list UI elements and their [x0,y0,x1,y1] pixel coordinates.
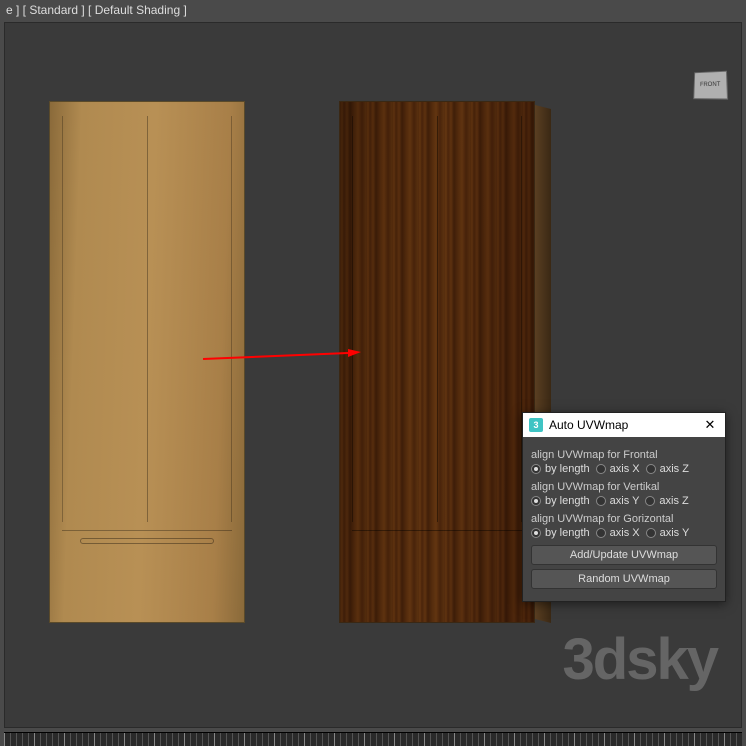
radio-label: axis X [610,527,640,539]
radio-label: by length [545,463,590,475]
radio-frontal-bylength[interactable]: by length [531,463,590,475]
timeline[interactable] [4,732,742,746]
radio-gorizontal-bylength[interactable]: by length [531,527,590,539]
radio-label: axis Z [659,495,688,507]
group-label-gorizontal: align UVWmap for Gorizontal [531,513,717,525]
watermark: 3dsky [563,626,717,693]
group-label-frontal: align UVWmap for Frontal [531,449,717,461]
dialog-title: Auto UVWmap [549,418,701,432]
dialog-titlebar[interactable]: 3 Auto UVWmap ✕ [523,413,725,437]
radio-frontal-axisx[interactable]: axis X [596,463,640,475]
radio-vertikal-axisy[interactable]: axis Y [596,495,640,507]
random-uvwmap-button[interactable]: Random UVWmap [531,569,717,589]
auto-uvwmap-dialog: 3 Auto UVWmap ✕ align UVWmap for Frontal… [522,412,726,602]
radio-frontal-axisz[interactable]: axis Z [646,463,689,475]
radio-label: axis Y [610,495,640,507]
radio-gorizontal-axisx[interactable]: axis X [596,527,640,539]
radio-label: axis X [610,463,640,475]
radio-label: axis Z [660,463,689,475]
radio-vertikal-axisz[interactable]: axis Z [645,495,688,507]
model-textured[interactable] [339,101,535,623]
radio-vertikal-bylength[interactable]: by length [531,495,590,507]
viewcube[interactable]: FRONT [693,71,728,100]
arrow-annotation [203,357,353,359]
add-update-uvwmap-button[interactable]: Add/Update UVWmap [531,545,717,565]
radio-gorizontal-axisy[interactable]: axis Y [646,527,690,539]
viewport-label[interactable]: e ] [ Standard ] [ Default Shading ] [0,0,193,20]
app-icon: 3 [529,418,543,432]
viewport[interactable]: FRONT 3dsky [4,22,742,728]
radio-label: by length [545,527,590,539]
close-icon[interactable]: ✕ [701,417,719,433]
radio-label: axis Y [660,527,690,539]
radio-label: by length [545,495,590,507]
group-label-vertikal: align UVWmap for Vertikal [531,481,717,493]
